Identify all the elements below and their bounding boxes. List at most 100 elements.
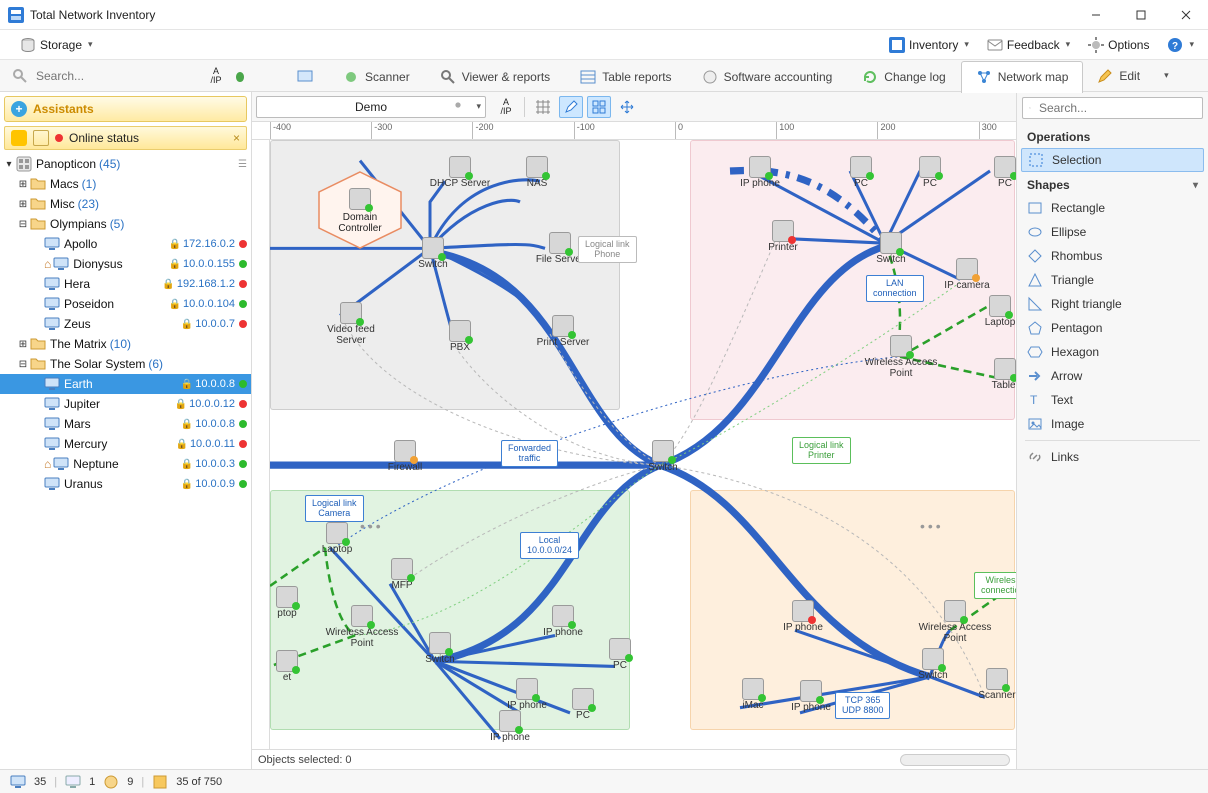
tab-change-log[interactable]: Change log <box>847 61 960 93</box>
shape-rectangle[interactable]: Rectangle <box>1017 196 1208 220</box>
shape-triangle[interactable]: Triangle <box>1017 268 1208 292</box>
map-node[interactable]: IP camera <box>932 258 1002 291</box>
tree-row[interactable]: ⊞The Matrix(10) <box>0 334 251 354</box>
shape-ellipse[interactable]: Ellipse <box>1017 220 1208 244</box>
map-node[interactable]: Switch <box>398 237 468 270</box>
list-options-icon[interactable]: ☰ <box>238 159 247 170</box>
shape-image[interactable]: Image <box>1017 412 1208 436</box>
map-node[interactable]: PC <box>826 156 896 189</box>
map-node[interactable]: NAS <box>502 156 572 189</box>
global-search[interactable] <box>4 68 204 84</box>
shapes-header[interactable]: Shapes▾ <box>1017 172 1208 196</box>
map-node[interactable]: PC <box>895 156 965 189</box>
map-node[interactable]: DHCP Server <box>425 156 495 189</box>
right-search[interactable] <box>1022 97 1203 119</box>
tab-network-map[interactable]: Network map <box>961 61 1084 93</box>
tab-viewer-reports[interactable]: Viewer & reports <box>425 61 565 93</box>
right-search-input[interactable] <box>1037 100 1196 116</box>
map-node[interactable]: Print Server <box>528 315 598 348</box>
tree-row[interactable]: Jupiter🔒10.0.0.12 <box>0 394 251 414</box>
edit-menu[interactable]: Edit▾ <box>1083 60 1182 92</box>
feedback-menu[interactable]: Feedback▾ <box>981 34 1076 56</box>
map-node[interactable]: Video feed Server <box>316 302 386 346</box>
map-node[interactable]: ptop <box>270 586 322 619</box>
shape-hexagon[interactable]: Hexagon <box>1017 340 1208 364</box>
map-node[interactable]: Switch <box>405 632 475 665</box>
tree-row[interactable]: Apollo🔒172.16.0.2 <box>0 234 251 254</box>
tree-row[interactable]: ⊞Macs(1) <box>0 174 251 194</box>
storage-menu[interactable]: Storage ▾ <box>14 34 99 56</box>
map-node[interactable]: Switch <box>628 440 698 473</box>
gear-icon[interactable] <box>451 98 465 115</box>
tree-row[interactable]: ▾Panopticon(45)☰ <box>0 154 251 174</box>
tree-row[interactable]: Uranus🔒10.0.0.9 <box>0 474 251 494</box>
close-icon[interactable]: × <box>233 131 240 145</box>
options-menu[interactable]: Options <box>1082 34 1155 56</box>
map-node[interactable]: Laptop <box>965 295 1016 328</box>
tree-row[interactable]: Hera🔒192.168.1.2 <box>0 274 251 294</box>
pan-button[interactable] <box>615 96 639 118</box>
help-button[interactable]: ? ▾ <box>1161 34 1200 56</box>
map-node[interactable]: Printer <box>748 220 818 253</box>
add-assistant-icon[interactable]: + <box>11 101 27 117</box>
map-node[interactable]: et <box>270 650 322 683</box>
operation-selection[interactable]: Selection <box>1021 148 1204 172</box>
tree-row[interactable]: Poseidon🔒10.0.0.104 <box>0 294 251 314</box>
edit-mode-button[interactable] <box>559 96 583 118</box>
tree-row[interactable]: Earth🔒10.0.0.8 <box>0 374 251 394</box>
tab-scanner[interactable]: Scanner <box>328 61 425 93</box>
links-row[interactable]: Links <box>1017 445 1208 469</box>
node-domain-controller[interactable]: Domain Controller <box>315 170 405 250</box>
window-minimize-button[interactable] <box>1073 0 1118 30</box>
tree-row[interactable]: Mercury🔒10.0.0.11 <box>0 434 251 454</box>
tab-table-reports[interactable]: Table reports <box>565 61 686 93</box>
shape-arrow[interactable]: Arrow <box>1017 364 1208 388</box>
device-tree[interactable]: ▾Panopticon(45)☰⊞Macs(1)⊞Misc(23)⊟Olympi… <box>0 154 251 769</box>
tab-overview[interactable] <box>282 61 328 93</box>
filter-icon[interactable] <box>33 130 49 146</box>
map-node[interactable]: Switch <box>856 232 926 265</box>
map-node[interactable]: IP phone <box>528 605 598 638</box>
a-ip-button[interactable]: A/IP <box>494 96 518 118</box>
map-node[interactable]: PC <box>548 688 618 721</box>
map-node[interactable]: IP phone <box>725 156 795 189</box>
map-node[interactable]: Tablet <box>970 358 1016 391</box>
window-close-button[interactable] <box>1163 0 1208 30</box>
shape-pentagon[interactable]: Pentagon <box>1017 316 1208 340</box>
map-canvas[interactable]: Domain Controller DHCP ServerNASFile Ser… <box>270 140 1016 749</box>
map-node[interactable]: Switch <box>898 648 968 681</box>
a-ip-toggle-icon[interactable]: A/IP <box>204 65 228 87</box>
tree-row[interactable]: ⊟The Solar System(6) <box>0 354 251 374</box>
map-node[interactable]: Firewall <box>370 440 440 473</box>
tree-row[interactable]: Mars🔒10.0.0.8 <box>0 414 251 434</box>
map-node[interactable]: Wireless Access Point <box>327 605 397 649</box>
map-node[interactable]: MFP <box>367 558 437 591</box>
tab-software-accounting[interactable]: Software accounting <box>687 61 848 93</box>
shape-rhombus[interactable]: Rhombus <box>1017 244 1208 268</box>
tree-add-icon[interactable] <box>228 65 252 87</box>
map-node[interactable]: PC <box>970 156 1016 189</box>
shape-text[interactable]: TText <box>1017 388 1208 412</box>
snap-button[interactable] <box>587 96 611 118</box>
map-node[interactable]: Wireless Access Point <box>866 335 936 379</box>
map-node[interactable]: IP phone <box>768 600 838 633</box>
map-selector-dropdown[interactable]: Demo ▾ <box>256 96 486 118</box>
assistants-header[interactable]: + Assistants <box>4 96 247 122</box>
tree-row[interactable]: ⊟Olympians(5) <box>0 214 251 234</box>
grid-button[interactable] <box>531 96 555 118</box>
assistant-online-status[interactable]: Online status × <box>4 126 247 150</box>
map-node[interactable]: PC <box>585 638 655 671</box>
map-node[interactable]: Wireless Access Point <box>920 600 990 644</box>
tree-row[interactable]: ⌂Neptune🔒10.0.0.3 <box>0 454 251 474</box>
map-node[interactable]: PBX <box>425 320 495 353</box>
tree-row[interactable]: ⌂Dionysus🔒10.0.0.155 <box>0 254 251 274</box>
tree-row[interactable]: ⊞Misc(23) <box>0 194 251 214</box>
tree-row[interactable]: Zeus🔒10.0.0.7 <box>0 314 251 334</box>
zoom-slider[interactable] <box>900 754 1010 766</box>
global-search-input[interactable] <box>34 68 174 84</box>
window-maximize-button[interactable] <box>1118 0 1163 30</box>
shape-right-triangle[interactable]: Right triangle <box>1017 292 1208 316</box>
map-node[interactable]: IP phone <box>475 710 545 743</box>
map-node[interactable]: Scanner <box>962 668 1016 701</box>
inventory-menu[interactable]: Inventory▾ <box>883 34 975 56</box>
